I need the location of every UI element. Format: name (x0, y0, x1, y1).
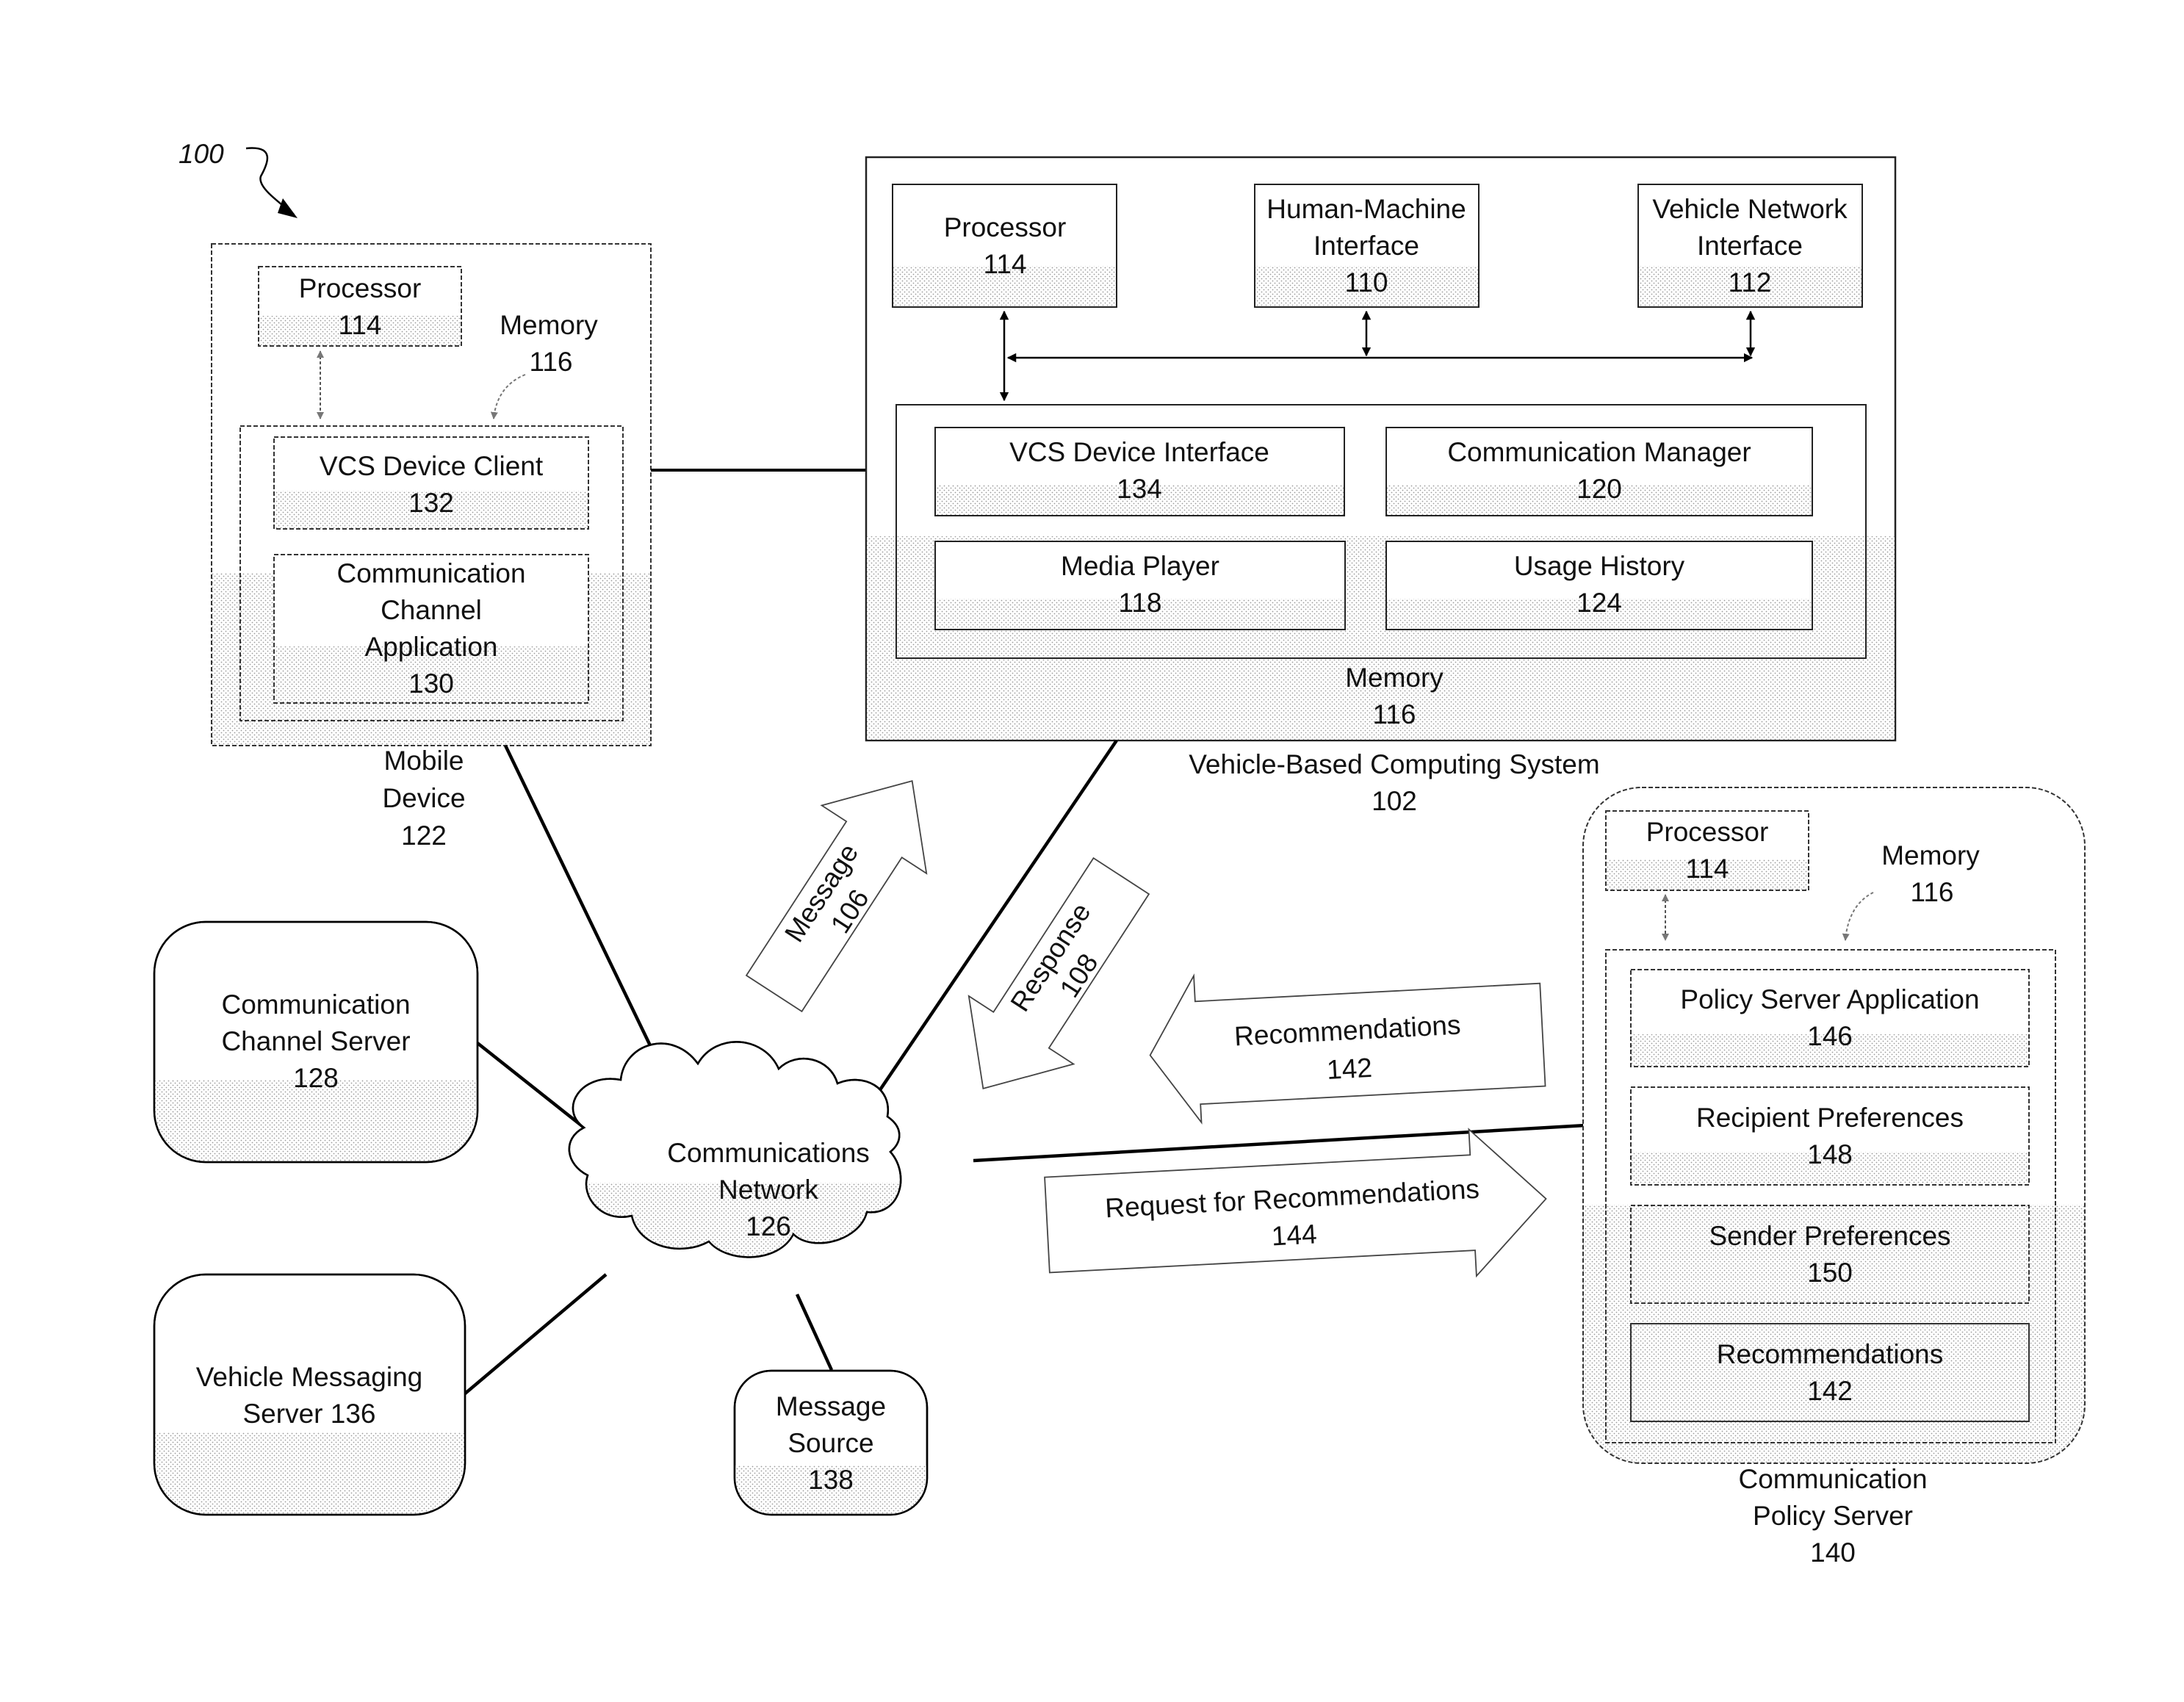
svg-text:Sender Preferences: Sender Preferences (1709, 1221, 1950, 1251)
vcs-number: 102 (1372, 786, 1417, 816)
vehicle-network-interface-box: Vehicle Network Interface 112 (1637, 184, 1863, 308)
communications-network-cloud: Communications Network 126 (568, 1041, 902, 1258)
network-label-line2: Network (718, 1175, 818, 1205)
communication-channel-server: Communication Channel Server 128 (153, 920, 479, 1164)
svg-text:Channel Server: Channel Server (221, 1026, 410, 1056)
communication-channel-application-box: Communication Channel Application 130 (273, 554, 589, 704)
svg-text:Vehicle Network: Vehicle Network (1652, 194, 1848, 224)
svg-text:110: 110 (1345, 267, 1388, 298)
svg-text:150: 150 (1807, 1258, 1853, 1288)
recommendations-arrow: Recommendations 142 (1149, 973, 1546, 1125)
svg-text:114: 114 (984, 249, 1027, 279)
svg-text:Source: Source (788, 1428, 873, 1458)
svg-text:Human-Machine: Human-Machine (1266, 194, 1466, 224)
communication-manager-box: Communication Manager 120 (1385, 427, 1813, 516)
mobile-network-link (503, 745, 671, 1084)
svg-text:Server 136: Server 136 (243, 1399, 376, 1429)
vehicle-based-computing-system: Processor 114 Human-Machine Interface 11… (865, 156, 1897, 816)
svg-text:114: 114 (339, 310, 382, 340)
message-block-arrow-icon (745, 779, 928, 1013)
policy-memory-label: Memory (1881, 840, 1980, 870)
mobile-memory-label: Memory (500, 310, 598, 340)
system-diagram: 100 Processor 114 Memory 116 VCS Device … (153, 139, 2086, 1568)
svg-text:Interface: Interface (1313, 231, 1419, 261)
recommendations-store-box: Recommendations 142 (1630, 1323, 2030, 1422)
policy-server-application-box: Policy Server Application 146 (1630, 969, 2030, 1067)
media-player-box: Media Player 118 (934, 541, 1346, 630)
svg-text:128: 128 (293, 1063, 339, 1093)
svg-text:Processor: Processor (944, 212, 1067, 242)
svg-text:142: 142 (1807, 1376, 1853, 1406)
vcs-device-client-box: VCS Device Client 132 (273, 436, 589, 530)
policy-server-title-line1: Communication (1738, 1464, 1927, 1494)
recipient-preferences-box: Recipient Preferences 148 (1630, 1086, 2030, 1186)
svg-text:134: 134 (1117, 474, 1162, 504)
recommendations-arrow-number: 142 (1326, 1053, 1373, 1085)
figure-number: 100 (179, 139, 224, 169)
svg-text:Processor: Processor (299, 273, 422, 303)
svg-text:VCS Device Interface: VCS Device Interface (1009, 437, 1269, 467)
reference-arrowhead-icon (278, 198, 298, 218)
figure-reference: 100 (179, 139, 298, 218)
sender-preferences-box: Sender Preferences 150 (1630, 1205, 2030, 1304)
response-arrow: Response 108 (967, 857, 1150, 1090)
policy-server-title-line2: Policy Server (1753, 1501, 1913, 1531)
svg-text:114: 114 (1686, 854, 1729, 884)
network-label-line1: Communications (667, 1138, 870, 1168)
svg-text:Policy Server Application: Policy Server Application (1680, 984, 1979, 1014)
vcs-device-interface-box: VCS Device Interface 134 (934, 427, 1345, 516)
mobile-processor-box: Processor 114 (258, 266, 462, 347)
channel-server-network-link (476, 1042, 585, 1129)
mobile-device-number: 122 (401, 821, 447, 851)
svg-text:Usage History: Usage History (1514, 551, 1685, 581)
svg-text:132: 132 (408, 488, 454, 518)
vms-network-link (463, 1273, 608, 1396)
mobile-device-title-line2: Device (382, 783, 465, 813)
svg-text:Communication Manager: Communication Manager (1447, 437, 1751, 467)
svg-text:Channel: Channel (381, 595, 482, 625)
svg-text:112: 112 (1729, 267, 1772, 298)
policy-server-number: 140 (1810, 1537, 1856, 1568)
svg-text:138: 138 (808, 1465, 854, 1495)
request-arrow-number: 144 (1271, 1219, 1318, 1251)
svg-text:Recommendations: Recommendations (1717, 1339, 1943, 1369)
usage-history-box: Usage History 124 (1385, 541, 1813, 630)
svg-text:VCS Device Client: VCS Device Client (320, 451, 544, 481)
svg-text:148: 148 (1807, 1139, 1853, 1169)
vcs-title: Vehicle-Based Computing System (1189, 749, 1599, 779)
svg-text:146: 146 (1807, 1021, 1853, 1051)
svg-text:Message: Message (776, 1391, 886, 1421)
vcs-memory-number: 116 (1373, 699, 1416, 729)
svg-text:130: 130 (408, 668, 454, 699)
communication-policy-server: Processor 114 Memory 116 Policy Server A… (1582, 787, 2086, 1568)
svg-text:Communication: Communication (336, 558, 525, 588)
network-number: 126 (746, 1211, 791, 1241)
vcs-processor-box: Processor 114 (892, 184, 1117, 308)
svg-text:Processor: Processor (1646, 817, 1769, 847)
mobile-device-title-line1: Mobile (384, 746, 464, 776)
message-source: Message Source 138 (733, 1369, 929, 1516)
human-machine-interface-box: Human-Machine Interface 110 (1254, 184, 1480, 308)
mobile-device: Processor 114 Memory 116 VCS Device Clie… (211, 243, 652, 851)
svg-text:124: 124 (1576, 588, 1622, 618)
vehicle-messaging-server: Vehicle Messaging Server 136 (153, 1273, 466, 1516)
svg-text:Application: Application (364, 632, 497, 662)
policy-processor-box: Processor 114 (1605, 810, 1809, 891)
response-block-arrow-icon (967, 857, 1150, 1090)
message-source-network-link (795, 1294, 834, 1371)
svg-text:Interface: Interface (1697, 231, 1803, 261)
svg-text:Vehicle Messaging: Vehicle Messaging (196, 1362, 423, 1392)
vcs-memory-label: Memory (1345, 663, 1444, 693)
message-arrow: Message 106 (745, 779, 928, 1013)
svg-text:Media Player: Media Player (1061, 551, 1219, 581)
svg-text:Communication: Communication (221, 989, 410, 1020)
svg-text:Recipient Preferences: Recipient Preferences (1696, 1103, 1964, 1133)
svg-text:118: 118 (1119, 588, 1162, 618)
mobile-memory-number: 116 (530, 347, 573, 377)
policy-memory-number: 116 (1911, 877, 1954, 907)
svg-text:120: 120 (1576, 474, 1622, 504)
